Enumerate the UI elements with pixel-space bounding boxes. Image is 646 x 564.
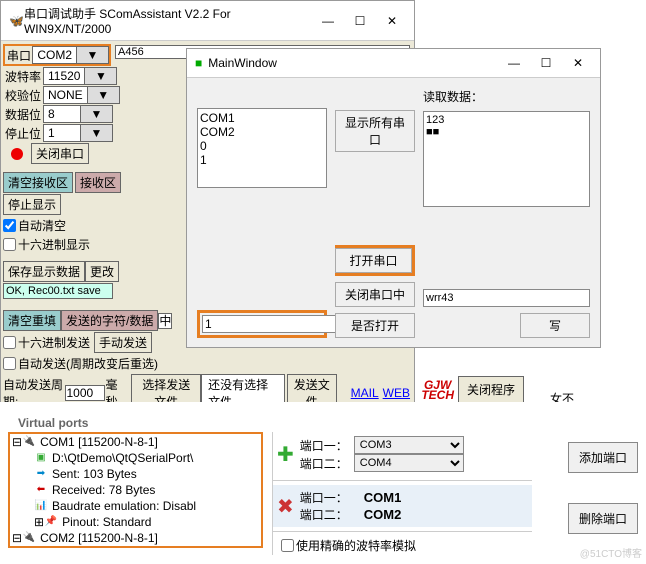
change-button[interactable]: 更改 bbox=[85, 261, 119, 282]
close-program-button[interactable]: 关闭程序 bbox=[458, 376, 524, 403]
arrow-left-icon: ⬅ bbox=[34, 483, 48, 497]
mainwin-title: MainWindow bbox=[208, 56, 496, 70]
rx-area-button[interactable]: 接收区 bbox=[75, 172, 121, 193]
baud-combo[interactable]: 11520▼ bbox=[43, 67, 117, 85]
chevron-down-icon: ▼ bbox=[87, 87, 119, 103]
port1-fixed: COM1 bbox=[364, 490, 402, 505]
scom-title: 串口调试助手 SComAssistant V2.2 For WIN9X/NT/2… bbox=[24, 5, 310, 36]
gjw-logo: GJWTECH bbox=[421, 380, 454, 400]
close-button[interactable]: ✕ bbox=[564, 53, 592, 73]
app-icon: 🦋 bbox=[9, 14, 24, 28]
pinout-icon: 📌 bbox=[44, 515, 58, 529]
save-display-button[interactable]: 保存显示数据 bbox=[3, 261, 85, 282]
tree-item[interactable]: COM2 [115200-N-8-1] bbox=[40, 530, 158, 546]
close-button[interactable]: ✕ bbox=[378, 11, 406, 31]
send-chars-label: 发送的字符/数据 bbox=[61, 310, 158, 331]
hex-send-checkbox[interactable]: 十六进制发送 bbox=[3, 334, 90, 351]
web-link[interactable]: WEB bbox=[383, 386, 410, 400]
save-status: OK, Rec00.txt save bbox=[3, 283, 113, 299]
stop-display-button[interactable]: 停止显示 bbox=[3, 194, 61, 215]
port2-fixed: COM2 bbox=[364, 507, 402, 522]
watermark: @51CTO博客 bbox=[580, 545, 642, 560]
remove-pair-icon: ✖ bbox=[277, 494, 294, 519]
app-icon: ▣ bbox=[34, 451, 48, 465]
hex-display-checkbox[interactable]: 十六进制显示 bbox=[3, 236, 90, 253]
auto-period-input[interactable] bbox=[65, 385, 105, 401]
open-port-button[interactable]: 打开串口 bbox=[335, 248, 412, 273]
vsp-panel: Virtual ports ⊟🔌COM1 [115200-N-8-1] ▣D:\… bbox=[0, 402, 646, 564]
tree-item: Baudrate emulation: Disabl bbox=[52, 498, 196, 514]
parity-label: 校验位 bbox=[3, 87, 43, 104]
vsp-tree[interactable]: ⊟🔌COM1 [115200-N-8-1] ▣D:\QtDemo\QtQSeri… bbox=[8, 432, 263, 548]
maximize-button[interactable]: ☐ bbox=[532, 53, 560, 73]
port1-select[interactable]: COM3 bbox=[354, 436, 464, 454]
tree-item[interactable]: Pinout: Standard bbox=[62, 514, 151, 530]
baud-icon: 📊 bbox=[34, 499, 48, 513]
port1-label: 端口一： bbox=[300, 489, 348, 506]
ports-config: ✚ 端口一：COM3 端口二：COM4 ✖ 端口一：COM1 端口二：COM2 … bbox=[272, 432, 532, 555]
port-icon: 🔌 bbox=[22, 531, 36, 545]
mainwindow: ■ MainWindow — ☐ ✕ COM1 COM2 0 1 显示所有串口 … bbox=[186, 48, 601, 348]
send-text-input[interactable] bbox=[158, 313, 172, 329]
close-port-button[interactable]: 关闭串口 bbox=[31, 143, 89, 164]
parity-combo[interactable]: NONE▼ bbox=[43, 86, 120, 104]
vsp-header: Virtual ports bbox=[18, 416, 88, 430]
scom-titlebar: 🦋 串口调试助手 SComAssistant V2.2 For WIN9X/NT… bbox=[1, 1, 414, 41]
auto-clear-checkbox[interactable]: 自动清空 bbox=[3, 217, 66, 234]
open-port-group bbox=[197, 310, 327, 338]
port-label: 串口 bbox=[5, 47, 32, 64]
clear-rx-button[interactable]: 清空接收区 bbox=[3, 172, 73, 193]
manual-send-button[interactable]: 手动发送 bbox=[94, 332, 152, 353]
port1-label: 端口一： bbox=[300, 437, 348, 454]
tx-data-input[interactable] bbox=[423, 289, 590, 307]
tree-toggle-icon[interactable]: ⊞ bbox=[34, 514, 44, 530]
add-pair-icon: ✚ bbox=[277, 442, 294, 467]
mainwin-titlebar: ■ MainWindow — ☐ ✕ bbox=[187, 49, 600, 78]
chevron-down-icon: ▼ bbox=[84, 68, 116, 84]
show-all-ports-button[interactable]: 显示所有串口 bbox=[335, 110, 415, 152]
baud-label: 波特率 bbox=[3, 68, 43, 85]
closing-port-button[interactable]: 关闭串口中 bbox=[335, 282, 415, 307]
port2-label: 端口二： bbox=[300, 455, 348, 472]
port2-label: 端口二： bbox=[300, 506, 348, 523]
tree-item: Sent: 103 Bytes bbox=[52, 466, 137, 482]
chevron-down-icon: ▼ bbox=[80, 106, 112, 122]
auto-send-checkbox[interactable]: 自动发送(周期改变后重选) bbox=[3, 355, 158, 372]
chevron-down-icon: ▼ bbox=[76, 47, 108, 63]
chevron-down-icon: ▼ bbox=[80, 125, 112, 141]
port2-select[interactable]: COM4 bbox=[354, 454, 464, 472]
data-label: 数据位 bbox=[3, 106, 43, 123]
strict-baud-checkbox[interactable]: 使用精确的波特率模拟 bbox=[281, 537, 416, 554]
minimize-button[interactable]: — bbox=[500, 53, 528, 73]
rx-data-box[interactable]: 123 ■​■ bbox=[423, 111, 590, 207]
tree-item: Received: 78 Bytes bbox=[52, 482, 155, 498]
stop-label: 停止位 bbox=[3, 125, 43, 142]
tree-item[interactable]: COM1 [115200-N-8-1] bbox=[40, 434, 158, 450]
arrow-right-icon: ➡ bbox=[34, 467, 48, 481]
record-icon bbox=[11, 148, 23, 160]
tree-item[interactable]: D:\QtDemo\QtQSerialPort\ bbox=[52, 450, 193, 466]
qt-icon: ■ bbox=[195, 56, 202, 70]
add-port-button[interactable]: 添加端口 bbox=[568, 442, 638, 473]
read-data-label: 读取数据： bbox=[423, 88, 590, 105]
clear-reset-button[interactable]: 清空重填 bbox=[3, 310, 61, 331]
stop-combo[interactable]: 1▼ bbox=[43, 124, 113, 142]
port-combo[interactable]: COM2▼ bbox=[32, 46, 109, 64]
tree-toggle-icon[interactable]: ⊟ bbox=[12, 530, 22, 546]
tree-toggle-icon[interactable]: ⊟ bbox=[12, 434, 22, 450]
mail-link[interactable]: MAIL bbox=[351, 386, 379, 400]
minimize-button[interactable]: — bbox=[314, 11, 342, 31]
data-combo[interactable]: 8▼ bbox=[43, 105, 113, 123]
is-open-button[interactable]: 是否打开 bbox=[335, 313, 415, 338]
write-button[interactable]: 写 bbox=[520, 313, 590, 338]
com-list[interactable]: COM1 COM2 0 1 bbox=[197, 108, 327, 188]
maximize-button[interactable]: ☐ bbox=[346, 11, 374, 31]
port-icon: 🔌 bbox=[22, 435, 36, 449]
remove-port-button[interactable]: 删除端口 bbox=[568, 503, 638, 534]
